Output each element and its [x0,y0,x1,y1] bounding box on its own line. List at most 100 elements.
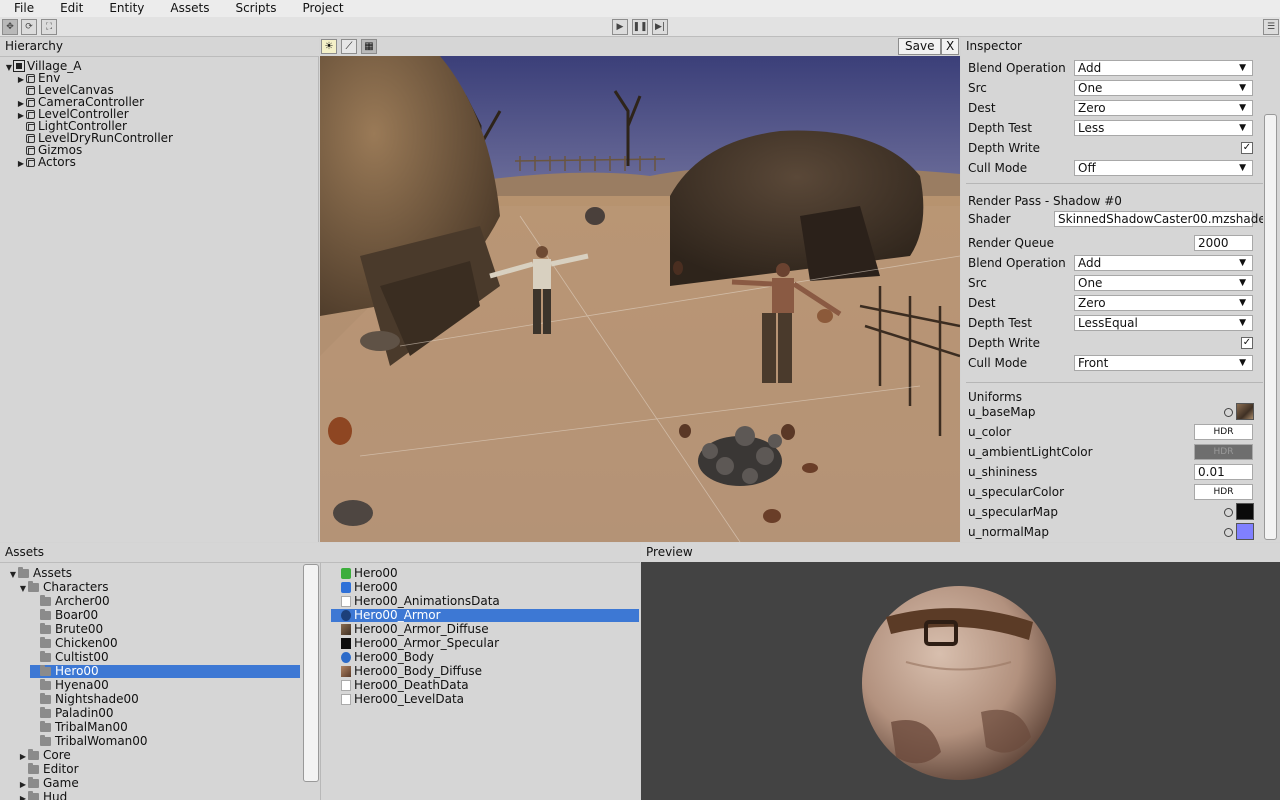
shadow-src-dropdown[interactable]: One ▼ [1074,275,1253,291]
file-item[interactable]: Hero00_AnimationsData [341,595,500,607]
entity-icon [26,110,35,119]
axis-icon[interactable]: ⟋ [341,39,357,54]
asset-folder-assets[interactable]: ▼ Assets [8,567,72,579]
grid-icon[interactable]: ▦ [361,39,377,54]
menu-assets[interactable]: Assets [156,0,221,17]
expand-arrow-icon[interactable]: ▶ [18,793,28,800]
shininess-field[interactable]: 0.01 [1194,464,1253,480]
base-map-thumbnail[interactable] [1236,403,1254,420]
specular-hdr-swatch[interactable]: HDR [1194,484,1253,500]
folder-label: Cultist00 [55,650,109,664]
step-icon[interactable]: ▶| [652,19,668,35]
depth-test-dropdown[interactable]: Less ▼ [1074,120,1253,136]
expand-arrow-icon[interactable]: ▶ [16,158,26,170]
scale-icon[interactable]: ⛶ [41,19,57,35]
asset-folder-core[interactable]: ▶ Core [18,749,71,761]
shadow-dest-dropdown[interactable]: Zero ▼ [1074,295,1253,311]
shadow-cull-mode-dropdown[interactable]: Front ▼ [1074,355,1253,371]
entity-icon [26,134,35,143]
asset-folder-hero00[interactable]: Hero00 [30,665,300,678]
dropdown-value: Zero [1078,101,1106,115]
specular-map-thumbnail[interactable] [1236,503,1254,520]
expand-arrow-icon[interactable]: ▶ [18,751,28,763]
pause-icon[interactable]: ❚❚ [632,19,648,35]
shadow-depth-test-dropdown[interactable]: LessEqual ▼ [1074,315,1253,331]
file-item[interactable]: Hero00_Body [341,651,434,663]
shadow-blend-operation-dropdown[interactable]: Add ▼ [1074,255,1253,271]
file-label: Hero00 [354,566,398,580]
tree-item-actors[interactable]: ▶ Actors [16,156,76,168]
folder-label: Game [43,776,79,790]
pick-target-icon[interactable] [1224,528,1233,537]
expand-arrow-icon[interactable]: ▼ [8,569,18,581]
asset-folder-chicken00[interactable]: Chicken00 [30,637,118,649]
file-item[interactable]: Hero00_Armor_Specular [341,637,499,649]
normal-map-thumbnail[interactable] [1236,523,1254,540]
asset-folder-hud[interactable]: ▶ Hud [18,791,67,800]
shadow-depth-write-checkbox[interactable]: ✓ [1241,337,1253,349]
file-item[interactable]: Hero00 [341,567,398,579]
file-item[interactable]: Hero00_LevelData [341,693,464,705]
menu-project[interactable]: Project [289,0,356,17]
dropdown-value: Less [1078,121,1105,135]
asset-folder-game[interactable]: ▶ Game [18,777,79,789]
asset-folder-cultist00[interactable]: Cultist00 [30,651,109,663]
dropdown-value: LessEqual [1078,316,1138,330]
menu-icon[interactable]: ☰ [1263,19,1279,35]
asset-folder-hyena00[interactable]: Hyena00 [30,679,109,691]
folder-icon [28,749,39,760]
expand-arrow-icon[interactable]: ▼ [4,62,14,74]
ambient-hdr-swatch[interactable]: HDR [1194,444,1253,460]
menu-edit[interactable]: Edit [46,0,95,17]
light-icon[interactable]: ☀ [321,39,337,54]
asset-folder-boar00[interactable]: Boar00 [30,609,98,621]
asset-folder-brute00[interactable]: Brute00 [30,623,103,635]
asset-folder-characters[interactable]: ▼ Characters [18,581,109,593]
file-label: Hero00_Armor_Diffuse [354,622,489,636]
play-icon[interactable]: ▶ [612,19,628,35]
file-item[interactable]: Hero00_DeathData [341,679,469,691]
entity-icon [26,146,35,155]
close-button[interactable]: X [941,38,960,55]
asset-folder-tribalman00[interactable]: TribalMan00 [30,721,128,733]
menu-file[interactable]: File [0,0,46,17]
file-label: Hero00_Armor_Specular [354,636,500,650]
render-queue-field[interactable]: 2000 [1194,235,1253,251]
assets-title: Assets [0,543,640,562]
uniform-ambient-label: u_ambientLightColor [968,445,1093,459]
src-dropdown[interactable]: One ▼ [1074,80,1253,96]
file-item-selected[interactable]: Hero00_Armor [331,609,639,622]
assets-tree-scrollbar[interactable] [303,564,319,782]
expand-arrow-icon[interactable]: ▼ [18,583,28,595]
shader-field[interactable]: SkinnedShadowCaster00.mzshader [1054,211,1271,227]
scene-viewport[interactable] [320,56,960,542]
hierarchy-title: Hierarchy [0,37,319,56]
dropdown-arrow-icon: ▼ [1239,278,1246,288]
color-hdr-swatch[interactable]: HDR [1194,424,1253,440]
menu-scripts[interactable]: Scripts [221,0,288,17]
inspector-scrollbar-thumb[interactable] [1264,114,1277,540]
asset-folder-editor[interactable]: Editor [18,763,79,775]
cull-mode-dropdown[interactable]: Off ▼ [1074,160,1253,176]
cull-mode-label: Cull Mode [968,161,1028,175]
asset-folder-tribalwoman00[interactable]: TribalWoman00 [30,735,148,747]
entity-icon [26,74,35,83]
file-item[interactable]: Hero00 [341,581,398,593]
pick-target-icon[interactable] [1224,508,1233,517]
inspector-title: Inspector [961,37,1280,56]
pick-target-icon[interactable] [1224,408,1233,417]
rotate-icon[interactable]: ⟳ [21,19,37,35]
save-button[interactable]: Save [898,38,942,55]
asset-folder-archer00[interactable]: Archer00 [30,595,110,607]
expand-arrow-icon[interactable]: ▶ [18,779,28,791]
asset-folder-nightshade00[interactable]: Nightshade00 [30,693,139,705]
material-preview[interactable] [641,562,1280,800]
blend-operation-dropdown[interactable]: Add ▼ [1074,60,1253,76]
file-item[interactable]: Hero00_Body_Diffuse [341,665,482,677]
file-item[interactable]: Hero00_Armor_Diffuse [341,623,489,635]
dest-dropdown[interactable]: Zero ▼ [1074,100,1253,116]
asset-folder-paladin00[interactable]: Paladin00 [30,707,114,719]
move-icon[interactable]: ✥ [2,19,18,35]
depth-write-checkbox[interactable]: ✓ [1241,142,1253,154]
menu-entity[interactable]: Entity [95,0,156,17]
